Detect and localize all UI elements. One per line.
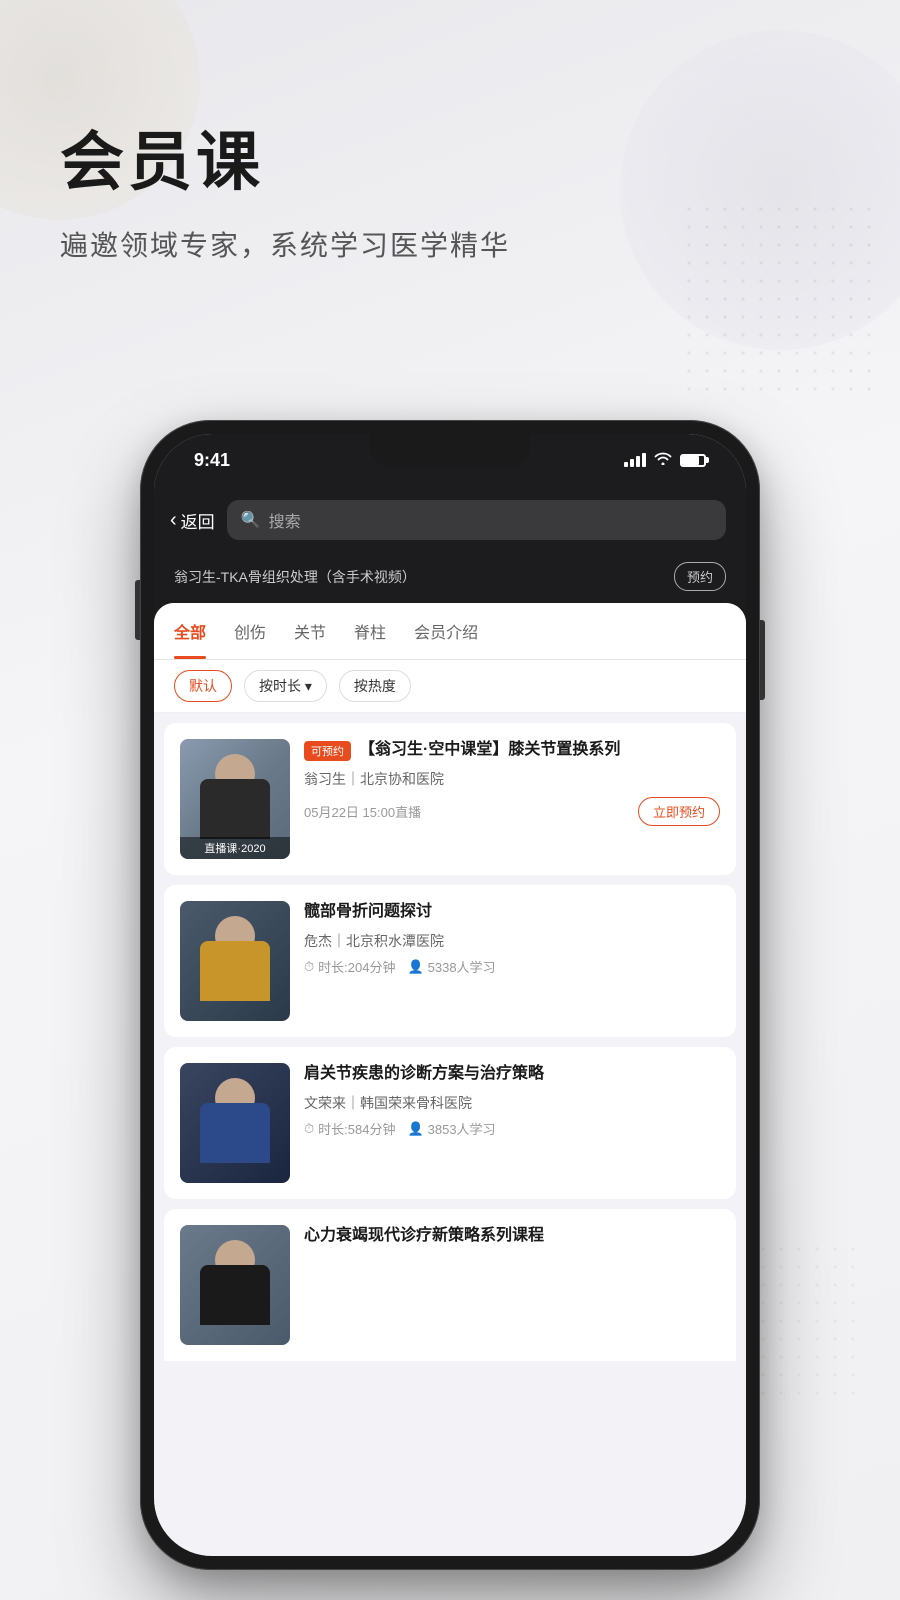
tab-member[interactable]: 会员介绍 [414, 603, 478, 659]
users-icon-3: 👤 [407, 1121, 423, 1137]
filter-duration[interactable]: 按时长 ▾ [244, 670, 327, 702]
status-time: 9:41 [194, 450, 230, 471]
bg-dots-1 [680, 200, 880, 400]
course-info-1: 可预约 【翁习生·空中课堂】膝关节置换系列 翁习生｜北京协和医院 05月22日 … [304, 739, 720, 826]
tab-spine[interactable]: 脊柱 [354, 603, 386, 659]
course-card-4[interactable]: 心力衰竭现代诊疗新策略系列课程 [164, 1209, 736, 1361]
tab-all[interactable]: 全部 [174, 603, 206, 659]
tag-badge-1: 可预约 [304, 741, 351, 761]
course-info-4: 心力衰竭现代诊疗新策略系列课程 [304, 1225, 720, 1247]
filter-row: 默认 按时长 ▾ 按热度 [154, 660, 746, 713]
search-placeholder: 搜索 [269, 508, 301, 532]
thumb-label-1: 直播课·2020 [180, 837, 290, 859]
phone-inner: 9:41 [154, 434, 746, 1556]
banner-reserve-button[interactable]: 预约 [674, 562, 726, 591]
course-duration-2: ⏱ 时长:204分钟 [304, 957, 395, 976]
course-card-2[interactable]: 髋部骨折问题探讨 危杰｜北京积水潭医院 ⏱ 时长:204分钟 👤 [164, 885, 736, 1037]
course-thumb-2 [180, 901, 290, 1021]
reserve-button-1[interactable]: 立即预约 [638, 797, 720, 826]
back-button[interactable]: ‹ 返回 [170, 508, 215, 533]
status-bar: 9:41 [154, 434, 746, 486]
course-thumb-3 [180, 1063, 290, 1183]
course-author-2: 危杰｜北京积水潭医院 [304, 931, 720, 951]
course-students-2: 👤 5338人学习 [407, 957, 495, 976]
live-time-1: 05月22日 15:00直播 [304, 802, 421, 821]
course-duration-3: ⏱ 时长:584分钟 [304, 1119, 395, 1138]
main-content: 全部 创伤 关节 脊柱 会员介绍 默认 按时长 ▾ 按热度 [154, 603, 746, 1556]
course-title-4: 心力衰竭现代诊疗新策略系列课程 [304, 1225, 720, 1247]
page-subtitle: 遍邀领域专家，系统学习医学精华 [60, 224, 510, 264]
back-label: 返回 [181, 508, 215, 533]
course-thumb-4 [180, 1225, 290, 1345]
phone-mockup: 9:41 [140, 420, 760, 1570]
status-icons [624, 451, 706, 470]
users-icon: 👤 [407, 959, 423, 975]
tab-trauma[interactable]: 创伤 [234, 603, 266, 659]
course-title-3: 肩关节疾患的诊断方案与治疗策略 [304, 1063, 720, 1085]
course-info-2: 髋部骨折问题探讨 危杰｜北京积水潭医院 ⏱ 时长:204分钟 👤 [304, 901, 720, 976]
course-students-3: 👤 3853人学习 [407, 1119, 495, 1138]
course-author-1: 翁习生｜北京协和医院 [304, 769, 720, 789]
page-title: 会员课 [60, 130, 510, 194]
course-info-3: 肩关节疾患的诊断方案与治疗策略 文荣来｜韩国荣来骨科医院 ⏱ 时长:584分钟 … [304, 1063, 720, 1138]
course-thumb-1: 直播课·2020 [180, 739, 290, 859]
course-banner: 翁习生-TKA骨组织处理（含手术视频） 预约 [154, 554, 746, 603]
course-list: 直播课·2020 可预约 【翁习生·空中课堂】膝关节置换系列 翁习生｜北京协和医… [154, 713, 746, 1556]
filter-default[interactable]: 默认 [174, 670, 232, 702]
page-header: 会员课 遍邀领域专家，系统学习医学精华 [60, 130, 510, 264]
app-content: ‹ 返回 🔍 搜索 翁习生-TKA骨组织处理（含手术视频） 预约 [154, 486, 746, 1556]
search-area: ‹ 返回 🔍 搜索 [154, 486, 746, 554]
wifi-icon [654, 451, 672, 470]
search-icon: 🔍 [241, 510, 261, 530]
back-chevron-icon: ‹ [170, 509, 177, 532]
tab-joint[interactable]: 关节 [294, 603, 326, 659]
search-box[interactable]: 🔍 搜索 [227, 500, 726, 540]
course-title-1: 【翁习生·空中课堂】膝关节置换系列 [359, 739, 620, 761]
tabs-row: 全部 创伤 关节 脊柱 会员介绍 [154, 603, 746, 660]
clock-icon: ⏱ [304, 959, 314, 975]
battery-icon [680, 454, 706, 467]
course-author-3: 文荣来｜韩国荣来骨科医院 [304, 1093, 720, 1113]
course-card-3[interactable]: 肩关节疾患的诊断方案与治疗策略 文荣来｜韩国荣来骨科医院 ⏱ 时长:584分钟 … [164, 1047, 736, 1199]
filter-popularity[interactable]: 按热度 [339, 670, 411, 702]
clock-icon-3: ⏱ [304, 1121, 314, 1137]
signal-icon [624, 453, 646, 467]
banner-title: 翁习生-TKA骨组织处理（含手术视频） [174, 567, 416, 587]
course-card-1[interactable]: 直播课·2020 可预约 【翁习生·空中课堂】膝关节置换系列 翁习生｜北京协和医… [164, 723, 736, 875]
course-title-2: 髋部骨折问题探讨 [304, 901, 720, 923]
phone-outer: 9:41 [140, 420, 760, 1570]
notch [370, 434, 530, 468]
